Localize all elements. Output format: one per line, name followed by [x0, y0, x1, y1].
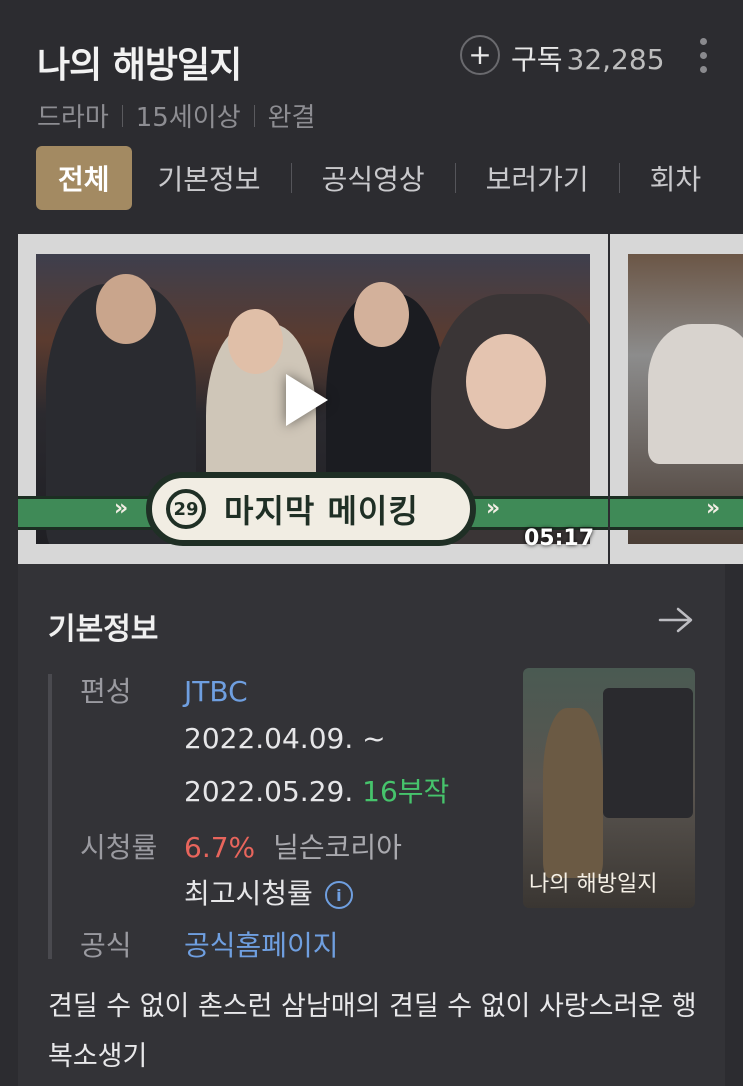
date-start: 2022.04.09. ~ [184, 722, 386, 755]
arrow-right-icon[interactable] [658, 606, 694, 634]
rating-value: 6.7% [184, 831, 256, 864]
info-row-rating: 시청률 6.7% 닐슨코리아 [80, 826, 402, 866]
poster-title: 나의 해방일지 [529, 872, 658, 897]
meta-status: 완결 [267, 103, 316, 133]
video-duration: 05:17 [524, 526, 595, 551]
network-link[interactable]: JTBC [184, 675, 248, 708]
tab-basic-info[interactable]: 기본정보 [158, 146, 261, 210]
meta-age-rating: 15세이상 [135, 103, 241, 133]
video-title: 마지막 메이킹 [224, 492, 419, 530]
play-icon[interactable] [286, 374, 328, 426]
more-menu-icon[interactable] [697, 38, 709, 73]
info-row-date-start: 2022.04.09. ~ [184, 722, 386, 755]
basic-info-card: 기본정보 편성 JTBC 2022.04.09. ~ 2022.05.29. 16… [18, 564, 725, 1086]
episode-banner: 29 마지막 메이킹 [146, 472, 476, 546]
peak-rating-label: 최고시청률 [184, 877, 313, 910]
subscribe-text: 구독 [511, 43, 563, 76]
info-row-date-end: 2022.05.29. 16부작 [184, 770, 449, 810]
info-row-peak: 최고시청률 i [184, 872, 353, 912]
description: 견딜 수 없이 촌스런 삼남매의 견딜 수 없이 사랑스러운 행복소생기 [48, 991, 697, 1072]
tab-all[interactable]: 전체 [36, 146, 132, 210]
banner-arrows-right: » [486, 496, 501, 521]
video-card[interactable]: » » 29 마지막 메이킹 05:17 [18, 234, 608, 564]
rating-label: 시청률 [80, 831, 158, 864]
page-title: 나의 해방일지 [37, 45, 242, 86]
subscriber-count: 32,285 [566, 43, 665, 76]
network-label: 편성 [80, 675, 132, 708]
date-end: 2022.05.29. [184, 775, 354, 808]
info-row-official: 공식 공식홈페이지 [80, 924, 339, 964]
poster-image[interactable]: 나의 해방일지 [523, 668, 695, 908]
official-homepage-link[interactable]: 공식홈페이지 [184, 929, 339, 962]
tab-episodes[interactable]: 회차 [650, 146, 702, 210]
banner-arrows-left: » [114, 496, 129, 521]
info-icon[interactable]: i [324, 881, 353, 909]
episode-number: 29 [166, 489, 206, 529]
section-title: 기본정보 [48, 612, 159, 647]
info-divider [48, 674, 52, 959]
video-card-next[interactable]: » [610, 234, 743, 564]
tab-bar: 전체 기본정보 공식영상 보러가기 회차 [36, 146, 701, 210]
meta-genre: 드라마 [37, 103, 109, 133]
banner-bar [610, 496, 743, 530]
meta-info: 드라마 15세이상 완결 [37, 97, 315, 134]
episode-count: 16부작 [362, 775, 450, 808]
tab-watch[interactable]: 보러가기 [486, 146, 589, 210]
subscribe-button[interactable]: + [460, 35, 500, 75]
official-label: 공식 [80, 929, 132, 962]
subscribe-label[interactable]: 구독 32,285 [511, 38, 665, 78]
rating-source: 닐슨코리아 [273, 831, 402, 864]
banner-arrows-left: » [706, 496, 721, 521]
tab-official-video[interactable]: 공식영상 [322, 146, 425, 210]
video-carousel[interactable]: » » 29 마지막 메이킹 05:17 » [18, 234, 743, 564]
plus-icon: + [468, 38, 492, 71]
info-row-network: 편성 JTBC [80, 670, 248, 710]
